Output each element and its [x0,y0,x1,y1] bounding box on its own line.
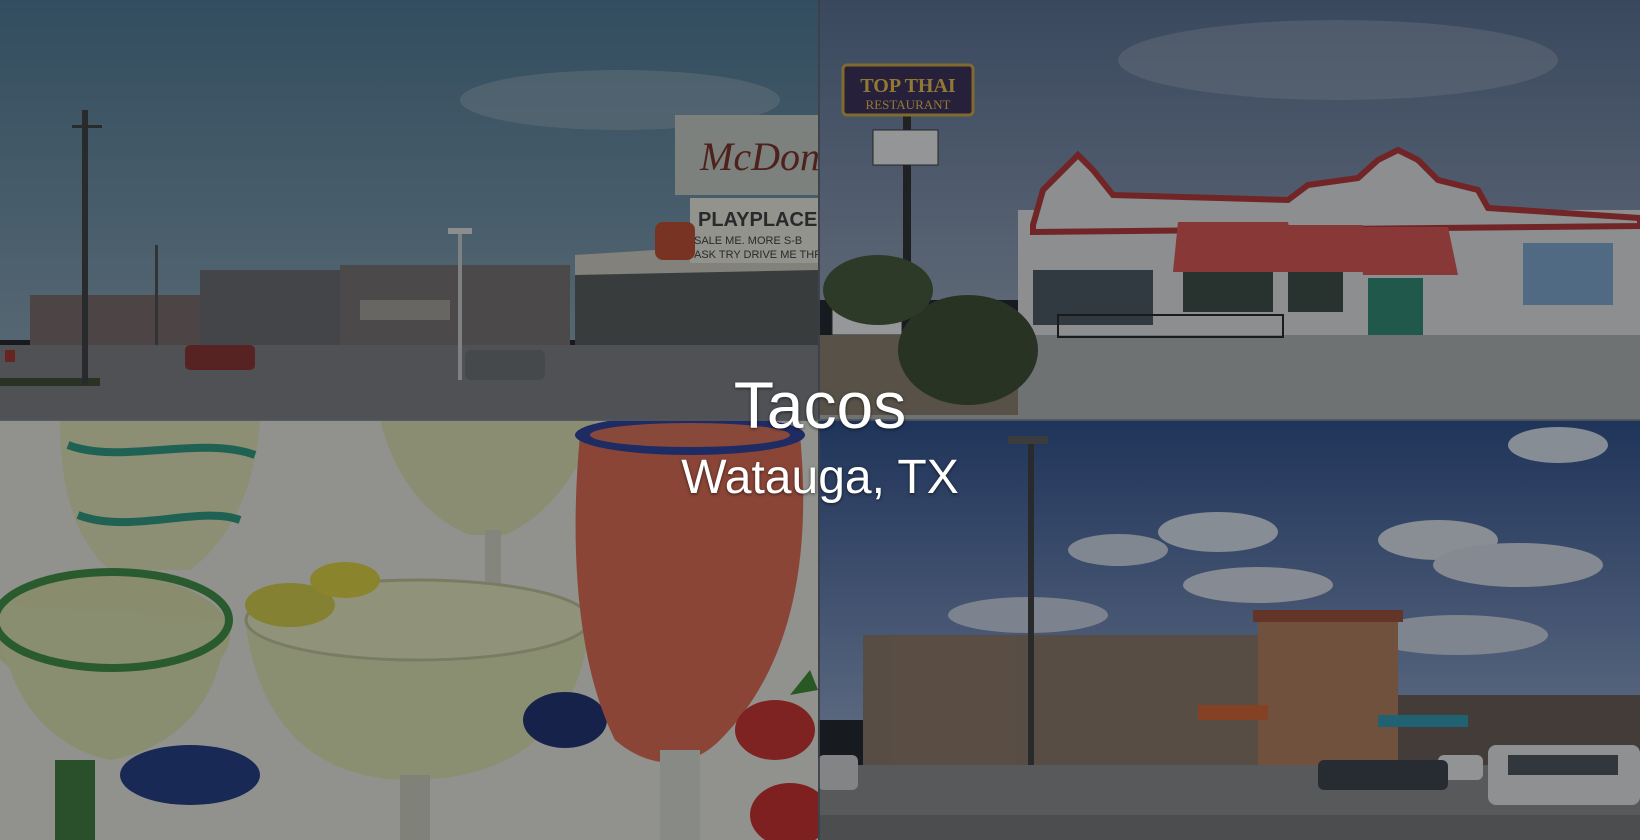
svg-text:ASK TRY DRIVE ME THRU: ASK TRY DRIVE ME THRU [694,249,818,261]
top-thai-restaurant-photo: TOP THAI RESTAURANT [818,0,1640,420]
svg-text:McDona: McDona [699,134,818,179]
mcdonalds-strip-photo: McDona PLAYPLACE SALE ME. MORE S-B ASK T… [0,0,818,420]
page-title: Tacos [733,368,907,442]
location-subtitle: Watauga, TX [681,451,959,504]
svg-text:RESTAURANT: RESTAURANT [866,97,951,112]
svg-text:SALE ME. MORE S-B: SALE ME. MORE S-B [694,235,802,247]
svg-text:TOP THAI: TOP THAI [860,75,956,97]
svg-text:PLAYPLACE: PLAYPLACE [698,209,817,231]
caption-overlay: Tacos Watauga, TX [0,372,1640,502]
